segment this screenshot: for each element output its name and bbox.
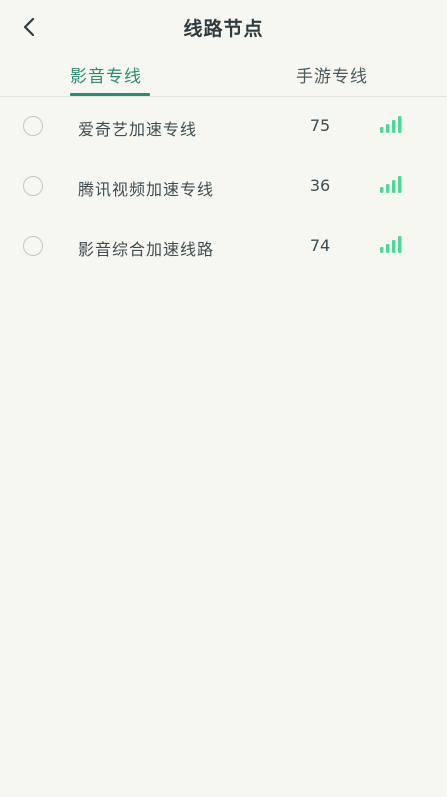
radio-button[interactable] [23,116,43,136]
signal-strength-icon [380,236,402,253]
node-count: 75 [309,116,331,135]
node-count: 74 [309,236,331,255]
tab-game-lines[interactable]: 手游专线 [296,62,368,87]
node-name: 影音综合加速线路 [78,240,215,259]
header-bar: 线路节点 [0,0,447,54]
radio-button[interactable] [23,236,43,256]
radio-button[interactable] [23,176,43,196]
node-count: 36 [309,176,331,195]
active-tab-indicator [70,93,150,96]
signal-strength-icon [380,176,402,193]
node-list: 爱奇艺加速专线 75 腾讯视频加速专线 36 影音综合加速线路 74 [0,97,447,277]
list-item[interactable]: 腾讯视频加速专线 36 [0,157,447,217]
tab-video-lines[interactable]: 影音专线 [70,62,142,87]
tab-bar: 影音专线 手游专线 [0,54,447,97]
signal-strength-icon [380,116,402,133]
list-item[interactable]: 爱奇艺加速专线 75 [0,97,447,157]
node-name: 爱奇艺加速专线 [78,120,198,139]
node-name: 腾讯视频加速专线 [78,180,215,199]
page-title: 线路节点 [183,18,264,40]
list-item[interactable]: 影音综合加速线路 74 [0,217,447,277]
